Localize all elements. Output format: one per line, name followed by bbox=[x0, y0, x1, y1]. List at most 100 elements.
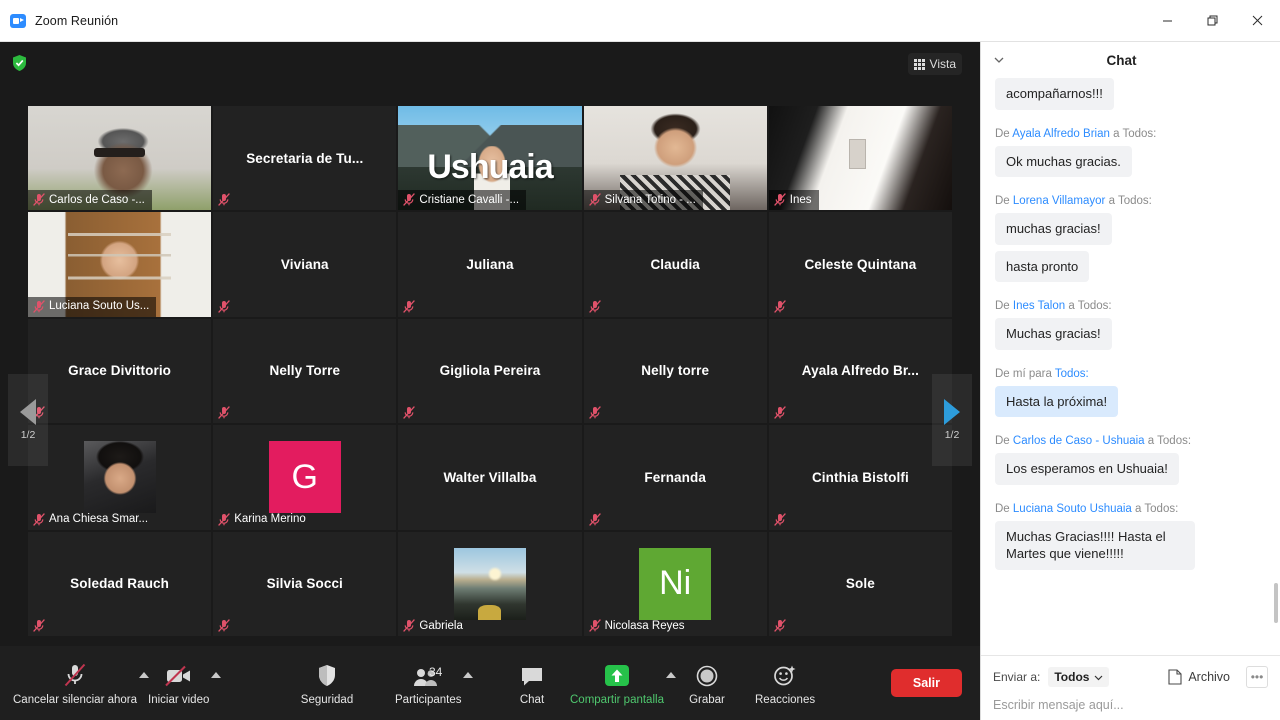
participant-tile[interactable]: NiNicolasa Reyes bbox=[584, 532, 767, 636]
toolbar-video-muted[interactable]: Iniciar video bbox=[148, 646, 209, 720]
mic-muted-icon bbox=[589, 406, 601, 419]
toolbar-item-label: Seguridad bbox=[301, 694, 353, 706]
toolbar-mic-muted[interactable]: Cancelar silenciar ahora bbox=[13, 646, 137, 720]
participant-name: Ana Chiesa Smar... bbox=[49, 513, 148, 525]
toolbar-reactions[interactable]: Reacciones bbox=[755, 646, 815, 720]
participant-label: Karina Merino bbox=[213, 510, 313, 530]
chat-message-bubble[interactable]: acompañarnos!!! bbox=[995, 78, 1114, 110]
video-stage: Vista Carlos de Caso -...Secretaria de T… bbox=[0, 42, 980, 646]
participant-tile[interactable]: Silvana Totino - ... bbox=[584, 106, 767, 210]
participant-name: Cinthia Bistolfi bbox=[806, 470, 915, 485]
chevron-down-icon bbox=[1094, 673, 1103, 682]
close-button[interactable] bbox=[1235, 0, 1280, 42]
participant-tile[interactable]: Silvia Socci bbox=[213, 532, 396, 636]
chat-message-row: Los esperamos en Ushuaia! bbox=[995, 453, 1266, 491]
chat-message-input[interactable]: Escribir mensaje aquí... bbox=[993, 698, 1268, 712]
mic-muted-icon bbox=[774, 406, 786, 419]
participant-tile[interactable]: Nelly Torre bbox=[213, 319, 396, 423]
toolbar-record[interactable]: Grabar bbox=[680, 646, 734, 720]
toolbar-participants[interactable]: 34 Participantes bbox=[395, 646, 461, 720]
participant-name: Fernanda bbox=[638, 470, 712, 485]
next-page-button[interactable]: 1/2 bbox=[932, 374, 972, 466]
participant-tile[interactable]: Soledad Rauch bbox=[28, 532, 211, 636]
participant-tile[interactable]: Ayala Alfredo Br... bbox=[769, 319, 952, 423]
participant-name: Luciana Souto Us... bbox=[49, 300, 149, 312]
chat-message-bubble[interactable]: muchas gracias! bbox=[995, 213, 1112, 245]
participant-tile[interactable]: Gabriela bbox=[398, 532, 581, 636]
file-icon bbox=[1168, 669, 1182, 685]
toolbar-item-label: Participantes bbox=[395, 694, 461, 706]
participant-name: Nelly Torre bbox=[263, 363, 346, 378]
chat-message-row: Muchas Gracias!!!! Hasta el Martes que v… bbox=[995, 521, 1266, 576]
chevron-left-icon bbox=[20, 399, 36, 425]
chat-message-bubble[interactable]: Ok muchas gracias. bbox=[995, 146, 1132, 178]
chat-message-bubble[interactable]: Muchas gracias! bbox=[995, 318, 1112, 350]
maximize-restore-button[interactable] bbox=[1190, 0, 1235, 42]
chat-message-bubble[interactable]: Los esperamos en Ushuaia! bbox=[995, 453, 1179, 485]
toolbar-item-label: Cancelar silenciar ahora bbox=[13, 694, 137, 706]
participant-label: Luciana Souto Us... bbox=[28, 297, 156, 317]
chevron-up-icon[interactable] bbox=[463, 672, 473, 678]
participant-label: Ana Chiesa Smar... bbox=[28, 510, 155, 530]
minimize-button[interactable] bbox=[1145, 0, 1190, 42]
chat-message-bubble[interactable]: Hasta la próxima! bbox=[995, 386, 1118, 418]
participant-tile[interactable]: Sole bbox=[769, 532, 952, 636]
video-muted-icon bbox=[165, 661, 193, 687]
virtual-background-text: Ushuaia bbox=[398, 148, 581, 187]
mic-muted-icon bbox=[589, 513, 601, 526]
chat-message-list[interactable]: acompañarnos!!!De Ayala Alfredo Brian a … bbox=[981, 78, 1280, 655]
participant-tile[interactable]: Celeste Quintana bbox=[769, 212, 952, 316]
toolbar-share-screen[interactable]: Compartir pantalla bbox=[570, 646, 664, 720]
participant-tile[interactable]: GKarina Merino bbox=[213, 425, 396, 529]
participants-count: 34 bbox=[429, 665, 442, 679]
toolbar-shield[interactable]: Seguridad bbox=[300, 646, 354, 720]
close-icon bbox=[1252, 15, 1263, 26]
leave-meeting-button[interactable]: Salir bbox=[891, 669, 962, 697]
participant-tile[interactable]: Juliana bbox=[398, 212, 581, 316]
chat-title: Chat bbox=[981, 53, 1280, 68]
send-to-dropdown[interactable]: Todos bbox=[1048, 667, 1109, 687]
prev-page-button[interactable]: 1/2 bbox=[8, 374, 48, 466]
mic-muted-icon bbox=[33, 193, 45, 206]
chevron-up-icon[interactable] bbox=[211, 672, 221, 678]
participant-tile[interactable]: Claudia bbox=[584, 212, 767, 316]
chat-more-button[interactable]: ••• bbox=[1246, 666, 1268, 688]
chat-message-row: Hasta la próxima! bbox=[995, 386, 1266, 424]
participant-name: Celeste Quintana bbox=[798, 257, 922, 272]
participant-tile[interactable]: Gigliola Pereira bbox=[398, 319, 581, 423]
chat-sender-name: Ayala Alfredo Brian bbox=[1012, 128, 1110, 140]
participant-tile[interactable]: Cinthia Bistolfi bbox=[769, 425, 952, 529]
zoom-icon bbox=[10, 14, 26, 28]
chat-message-bubble[interactable]: hasta pronto bbox=[995, 251, 1089, 283]
chat-scrollbar[interactable] bbox=[1274, 583, 1278, 623]
chat-message-sender: De Lorena Villamayor a Todos: bbox=[995, 195, 1266, 207]
participant-tile[interactable]: Walter Villalba bbox=[398, 425, 581, 529]
participant-tile[interactable]: Nelly torre bbox=[584, 319, 767, 423]
participant-name: Sole bbox=[840, 576, 881, 591]
participant-name: Cristiane Cavalli -... bbox=[419, 194, 519, 206]
participant-label: Ines bbox=[769, 190, 819, 210]
participant-tile[interactable]: Ana Chiesa Smar... bbox=[28, 425, 211, 529]
file-button[interactable]: Archivo bbox=[1168, 669, 1230, 685]
participant-tile[interactable]: Luciana Souto Us... bbox=[28, 212, 211, 316]
participant-tile[interactable]: Secretaria de Tu... bbox=[213, 106, 396, 210]
toolbar-item-label: Reacciones bbox=[755, 694, 815, 706]
chat-message-row: Ok muchas gracias. bbox=[995, 146, 1266, 184]
chevron-up-icon[interactable] bbox=[666, 672, 676, 678]
chat-sender-name: Ines Talon bbox=[1013, 300, 1065, 312]
toolbar-chat[interactable]: Chat bbox=[505, 646, 559, 720]
chevron-down-icon[interactable] bbox=[993, 53, 1005, 65]
toolbar-item-label: Compartir pantalla bbox=[570, 694, 664, 706]
participant-tile[interactable]: Fernanda bbox=[584, 425, 767, 529]
participant-tile[interactable]: Grace Divittorio bbox=[28, 319, 211, 423]
participant-name: Gigliola Pereira bbox=[434, 363, 547, 378]
view-button[interactable]: Vista bbox=[908, 53, 962, 75]
participant-tile[interactable]: Ines bbox=[769, 106, 952, 210]
participant-tile[interactable]: Ushuaia Cristiane Cavalli -... bbox=[398, 106, 581, 210]
participant-tile[interactable]: Carlos de Caso -... bbox=[28, 106, 211, 210]
participant-tile[interactable]: Viviana bbox=[213, 212, 396, 316]
window-title-bar: Zoom Reunión bbox=[0, 0, 1280, 42]
mic-muted-icon bbox=[218, 513, 230, 526]
chat-message-bubble[interactable]: Muchas Gracias!!!! Hasta el Martes que v… bbox=[995, 521, 1195, 570]
shield-check-icon[interactable] bbox=[11, 54, 28, 72]
